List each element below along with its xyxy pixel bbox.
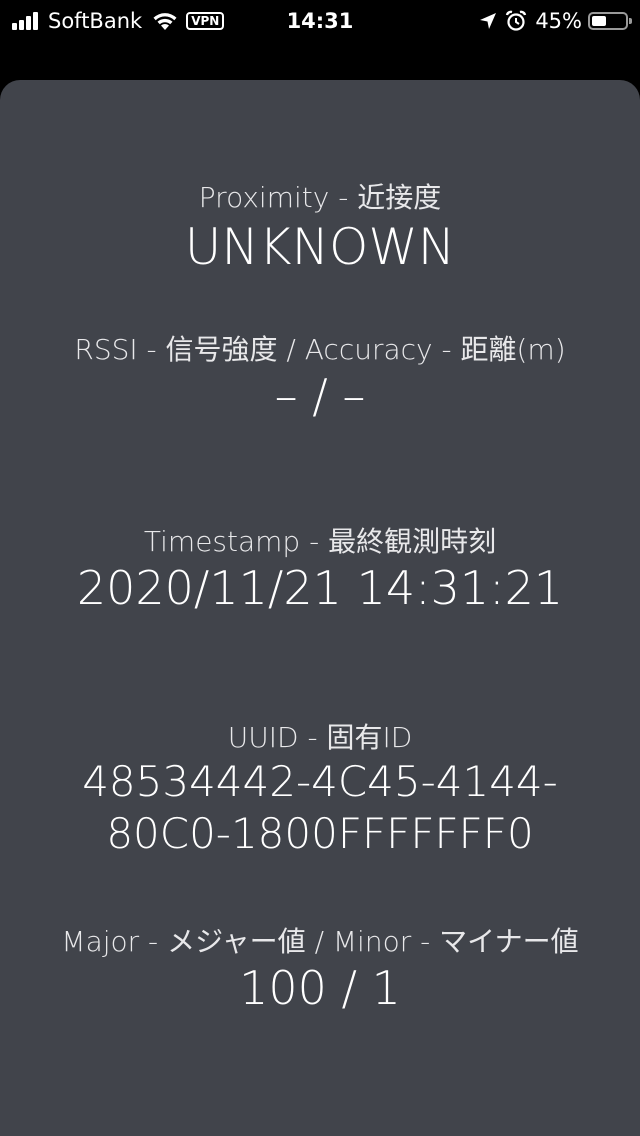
- battery-percentage: 45%: [535, 9, 582, 33]
- rssi-accuracy-value: – / –: [274, 369, 366, 423]
- uuid-section: UUID - 固有ID 48534442-4C45-4144-80C0-1800…: [0, 720, 640, 860]
- battery-cap: [629, 18, 632, 24]
- timestamp-value: 2020/11/21 14:31:21: [76, 561, 564, 615]
- status-bar: SoftBank VPN 14:31 45%: [0, 0, 640, 44]
- rssi-accuracy-label: RSSI - 信号強度 / Accuracy - 距離(m): [74, 333, 566, 366]
- status-bar-right: 45%: [479, 8, 632, 34]
- major-minor-section: Major - メジャー値 / Minor - マイナー値 100 / 1: [0, 924, 640, 1016]
- beacon-detail-sheet: Proximity - 近接度 UNKNOWN RSSI - 信号強度 / Ac…: [0, 80, 640, 1136]
- rssi-accuracy-section: RSSI - 信号強度 / Accuracy - 距離(m) – / –: [0, 332, 640, 424]
- alarm-clock-icon: [505, 10, 535, 32]
- location-arrow-icon: [479, 12, 505, 30]
- proximity-label: Proximity - 近接度: [198, 181, 442, 214]
- proximity-section: Proximity - 近接度 UNKNOWN: [0, 180, 640, 278]
- major-minor-value: 100 / 1: [239, 961, 401, 1015]
- battery-level-fill: [592, 16, 606, 26]
- battery-icon: [588, 12, 632, 30]
- uuid-value: 48534442-4C45-4144-80C0-1800FFFFFFF0: [82, 757, 558, 858]
- timestamp-label: Timestamp - 最終観測時刻: [143, 525, 497, 558]
- proximity-value: UNKNOWN: [184, 218, 456, 276]
- major-minor-label: Major - メジャー値 / Minor - マイナー値: [61, 925, 579, 958]
- timestamp-section: Timestamp - 最終観測時刻 2020/11/21 14:31:21: [0, 524, 640, 616]
- uuid-label: UUID - 固有ID: [227, 721, 413, 754]
